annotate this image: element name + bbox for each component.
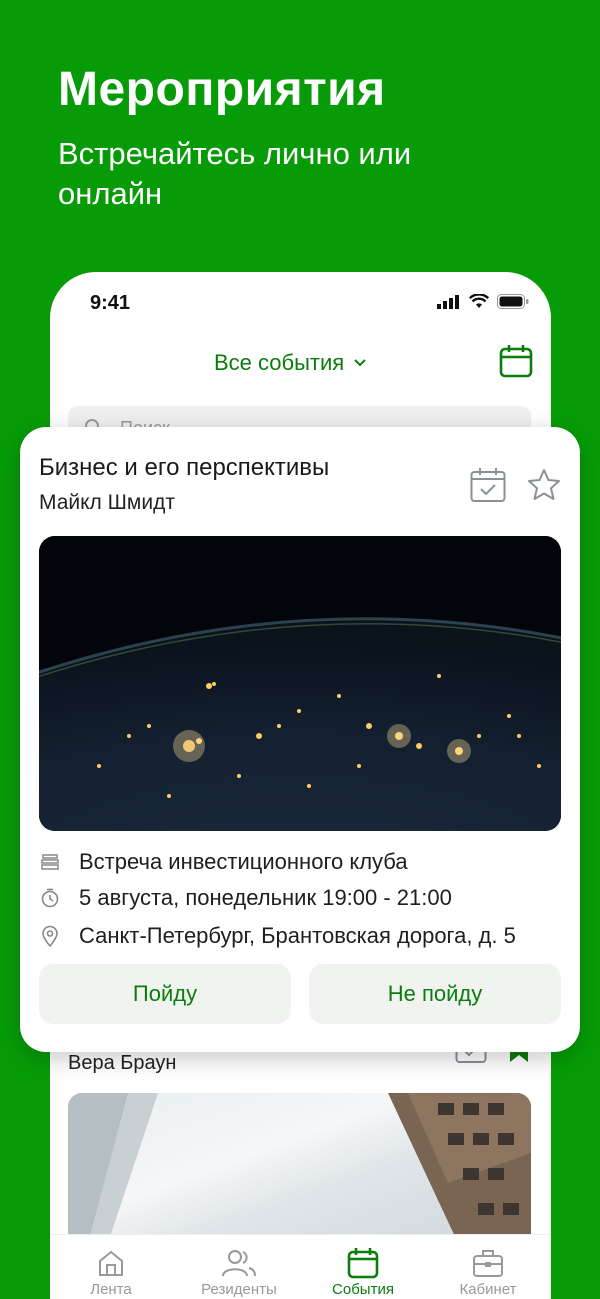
chevron-down-icon	[354, 359, 366, 367]
event-type: Встреча инвестиционного клуба	[79, 849, 408, 874]
event-title: Бизнес и его перспективы	[39, 454, 330, 481]
event-type-row: Встреча инвестиционного клуба	[39, 849, 408, 875]
home-icon	[99, 1250, 123, 1276]
promo-title: Мероприятия	[58, 63, 386, 116]
briefcase-icon	[473, 1250, 503, 1277]
event-location-row: Санкт-Петербург, Брантовская дорога, д. …	[39, 923, 516, 949]
calendar-button[interactable]	[499, 344, 533, 383]
attend-button[interactable]: Пойду	[39, 964, 291, 1024]
tab-events-label: События	[332, 1281, 394, 1298]
events-header: Все события	[50, 342, 551, 386]
wifi-icon	[469, 294, 489, 308]
clock-icon	[41, 888, 59, 908]
signal-icon	[437, 294, 459, 309]
status-time: 9:41	[90, 292, 131, 314]
event-datetime: 5 августа, понедельник 19:00 - 21:00	[79, 885, 452, 910]
events-filter-label: Все события	[214, 350, 345, 375]
tab-residents-label: Резиденты	[201, 1281, 277, 1298]
battery-icon	[497, 294, 529, 309]
status-icons	[437, 294, 529, 309]
tab-events[interactable]: События	[308, 1245, 418, 1298]
status-bar: 9:41	[50, 272, 551, 334]
tab-feed[interactable]: Лента	[56, 1245, 166, 1298]
events-filter-dropdown[interactable]: Все события	[214, 350, 366, 376]
decline-button[interactable]: Не пойду	[309, 964, 561, 1024]
event-card[interactable]: Бизнес и его перспективы Майкл Шмидт Вст…	[20, 427, 580, 1052]
tab-cabinet[interactable]: Кабинет	[433, 1245, 543, 1298]
location-pin-icon	[42, 925, 58, 947]
calendar-icon	[347, 1248, 379, 1279]
users-icon	[222, 1250, 256, 1277]
earth-at-night-image	[39, 536, 561, 831]
event-actions	[470, 467, 562, 503]
skyscrapers-image	[68, 1093, 531, 1243]
layers-icon	[41, 854, 59, 870]
tab-cabinet-label: Кабинет	[459, 1281, 517, 1298]
calendar-icon	[499, 345, 533, 378]
second-card-author: Вера Браун	[68, 1052, 177, 1074]
event-author: Майкл Шмидт	[39, 491, 175, 514]
tab-residents[interactable]: Резиденты	[184, 1245, 294, 1298]
tab-feed-label: Лента	[90, 1281, 132, 1298]
calendar-check-icon[interactable]	[470, 467, 506, 503]
event-datetime-row: 5 августа, понедельник 19:00 - 21:00	[39, 885, 452, 911]
event-location: Санкт-Петербург, Брантовская дорога, д. …	[79, 923, 516, 948]
tab-bar: Лента Резиденты События Кабинет	[50, 1234, 551, 1299]
star-icon[interactable]	[526, 467, 562, 503]
promo-subtitle: Встречайтесь лично или онлайн	[58, 136, 412, 211]
